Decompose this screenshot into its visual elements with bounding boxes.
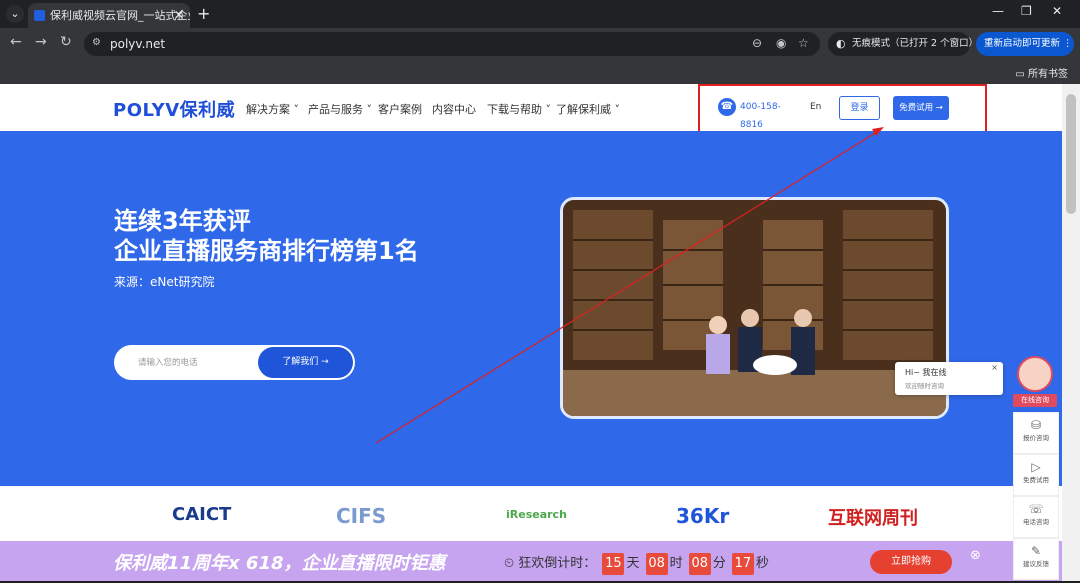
annotation-arrow <box>375 127 884 444</box>
